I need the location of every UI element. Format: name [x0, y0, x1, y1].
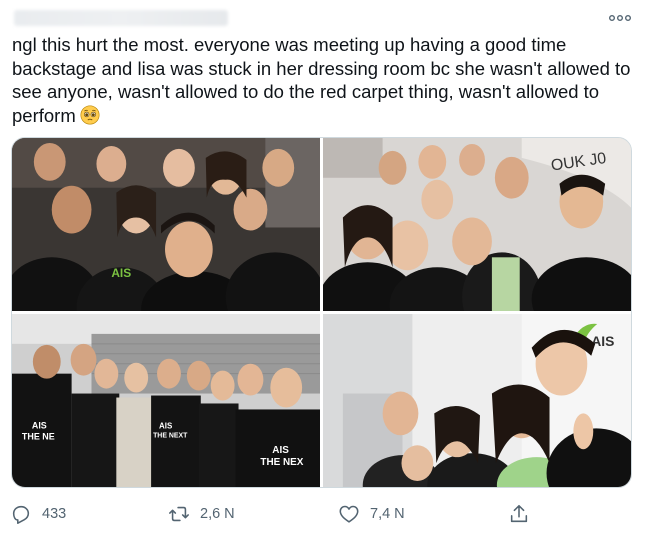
tweet-body: ngl this hurt the most. everyone was mee… — [12, 34, 636, 126]
svg-text:THE NEX: THE NEX — [260, 457, 303, 468]
svg-text:THE NEXT: THE NEXT — [153, 432, 188, 439]
like-count: 7,4 N — [370, 506, 405, 522]
retweet-count: 2,6 N — [200, 506, 235, 522]
reply-count: 433 — [42, 506, 67, 522]
retweet-button[interactable]: 2,6 N — [168, 496, 235, 532]
svg-text:AIS: AIS — [272, 445, 289, 456]
reply-icon — [10, 503, 32, 525]
photo-group-selfie-2[interactable]: OUK J0 — [323, 138, 631, 311]
retweet-icon — [168, 503, 190, 525]
heart-icon — [338, 503, 360, 525]
photo-backstage-selfie[interactable]: AIS — [323, 314, 631, 487]
tweet-text: ngl this hurt the most. everyone was mee… — [12, 33, 632, 127]
more-options-button[interactable] — [608, 10, 632, 26]
svg-text:THE NE: THE NE — [22, 431, 55, 441]
svg-text:AIS: AIS — [111, 266, 131, 280]
photo-group-selfie-1[interactable]: AIS — [12, 138, 320, 311]
tweet-header — [12, 8, 638, 30]
more-horizontal-icon — [609, 15, 631, 21]
tweet-card: ngl this hurt the most. everyone was mee… — [0, 0, 650, 537]
reply-button[interactable]: 433 — [10, 496, 66, 532]
share-icon — [508, 503, 530, 525]
svg-text:AIS: AIS — [32, 420, 47, 430]
tweet-actions: 433 2,6 N 7,4 N — [0, 496, 650, 532]
pleading-face-emoji — [80, 105, 100, 124]
svg-text:AIS: AIS — [591, 333, 614, 349]
photo-group-standing[interactable]: AIS THE NE AIS THE NEXT AIS THE NEX — [12, 314, 320, 487]
like-button[interactable]: 7,4 N — [338, 496, 405, 532]
redacted-author-name — [14, 10, 228, 26]
media-grid: AIS OUK J0 AIS THE NE AIS THE NEXT AIS T… — [11, 137, 632, 488]
svg-text:AIS: AIS — [159, 421, 172, 430]
share-button[interactable] — [508, 496, 530, 532]
